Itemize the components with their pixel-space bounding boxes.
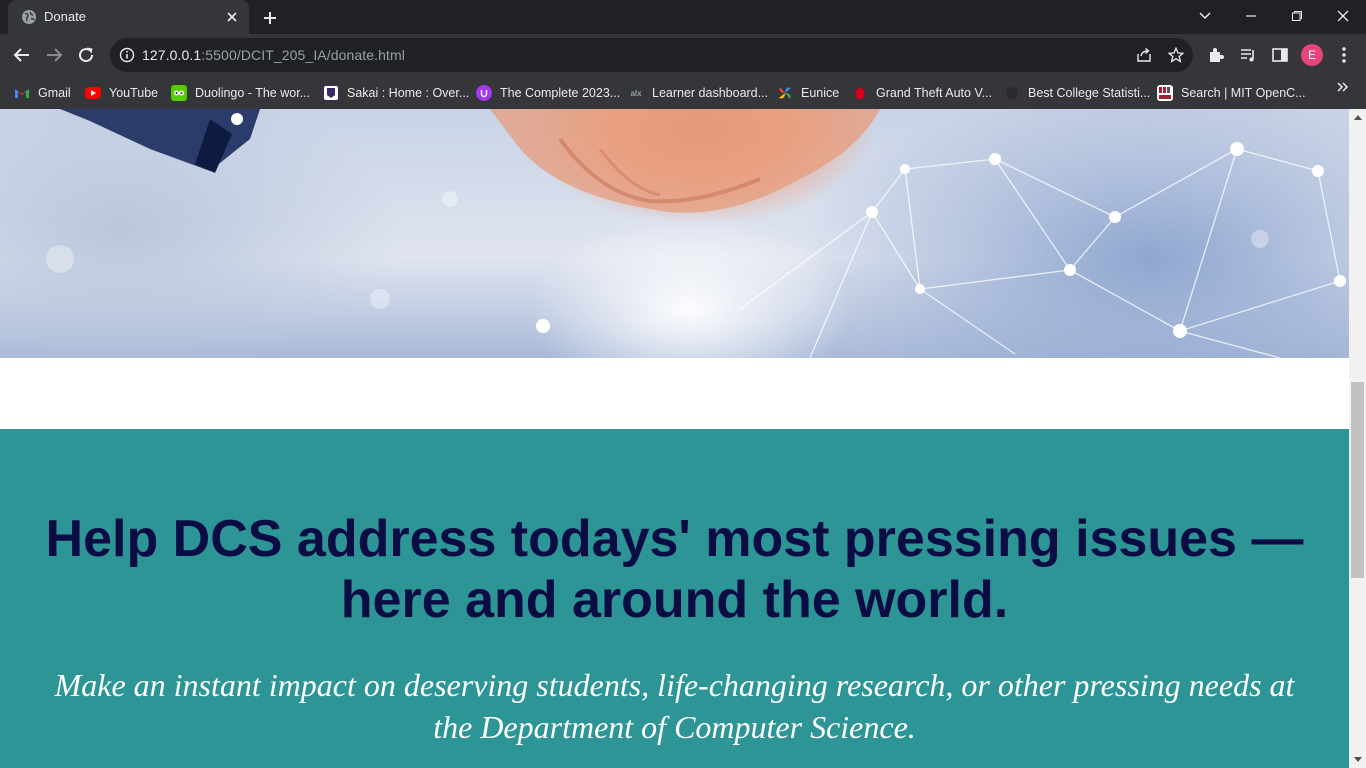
bookmark-label: Search | MIT OpenC... <box>1181 86 1306 100</box>
hero-image <box>0 109 1349 358</box>
bookmark-mit-ocw[interactable]: Search | MIT OpenC... <box>1157 82 1306 104</box>
bookmark-label: Gmail <box>38 86 71 100</box>
bookmark-label: Eunice <box>801 86 840 100</box>
globe-icon <box>1004 85 1020 101</box>
gmail-icon <box>14 85 30 101</box>
duolingo-icon <box>171 85 187 101</box>
bookmark-learner-dashboard[interactable]: alx Learner dashboard... <box>628 82 768 104</box>
bookmark-label: The Complete 2023... <box>500 86 621 100</box>
close-tab-icon[interactable] <box>224 9 240 25</box>
bookmark-label: Best College Statisti... <box>1028 86 1151 100</box>
extensions-icon[interactable] <box>1206 45 1226 65</box>
menu-kebab-icon[interactable] <box>1334 45 1354 65</box>
scroll-down-icon[interactable] <box>1349 751 1366 768</box>
scroll-up-icon[interactable] <box>1349 109 1366 126</box>
restore-button[interactable] <box>1274 0 1320 32</box>
side-panel-icon[interactable] <box>1270 45 1290 65</box>
donate-subline: Make an instant impact on deserving stud… <box>54 667 1295 745</box>
url-text[interactable]: 127.0.0.1:5500/DCIT_205_IA/donate.html <box>142 47 405 63</box>
profile-avatar[interactable]: E <box>1301 44 1323 66</box>
media-queue-icon[interactable] <box>1238 45 1258 65</box>
title-bar: Donate <box>0 0 1366 34</box>
tab-title: Donate <box>44 9 86 24</box>
page-viewport: Help DCS address todays' most pressing i… <box>0 109 1366 768</box>
bookmarks-overflow-icon[interactable] <box>1336 80 1352 100</box>
scrollbar-thumb[interactable] <box>1351 382 1364 578</box>
back-button[interactable] <box>10 43 34 67</box>
url-host: 127.0.0.1 <box>142 47 202 63</box>
bookmark-sakai[interactable]: Sakai : Home : Over... <box>323 82 469 104</box>
youtube-icon <box>85 87 101 99</box>
site-info-icon[interactable] <box>119 47 135 63</box>
bookmark-star-icon[interactable] <box>1167 46 1185 63</box>
bookmark-label: Learner dashboard... <box>652 86 769 100</box>
spacer-band <box>0 358 1349 429</box>
url-path: :5500/DCIT_205_IA/donate.html <box>201 47 405 63</box>
page-scrollbar[interactable] <box>1349 109 1366 768</box>
bookmark-label: Duolingo - The wor... <box>195 86 311 100</box>
mit-ocw-icon <box>1157 85 1173 101</box>
donate-intro-section: Help DCS address todays' most pressing i… <box>0 429 1349 768</box>
share-icon[interactable] <box>1136 47 1152 63</box>
bookmark-label: Grand Theft Auto V... <box>876 86 993 100</box>
alx-icon: alx <box>630 88 642 98</box>
bookmark-duolingo[interactable]: Duolingo - The wor... <box>171 82 310 104</box>
minimize-button[interactable] <box>1228 0 1274 32</box>
bookmarks-bar: Gmail YouTube Duolingo - The wor... Saka… <box>0 76 1366 109</box>
new-tab-button[interactable] <box>259 7 281 29</box>
pinwheel-icon <box>777 85 793 101</box>
gta-icon <box>852 85 868 101</box>
address-bar[interactable]: 127.0.0.1:5500/DCIT_205_IA/donate.html <box>110 38 1193 72</box>
browser-toolbar: 127.0.0.1:5500/DCIT_205_IA/donate.html E <box>0 34 1366 76</box>
bookmark-eunice[interactable]: Eunice <box>777 82 839 104</box>
close-window-button[interactable] <box>1320 0 1366 32</box>
reload-button[interactable] <box>74 43 98 67</box>
tab-search-icon[interactable] <box>1182 0 1228 32</box>
network-decoration <box>46 109 1346 358</box>
bookmark-udemy[interactable]: The Complete 2023... <box>476 82 620 104</box>
tab-donate[interactable]: Donate <box>8 0 249 34</box>
bookmark-label: Sakai : Home : Over... <box>347 86 470 100</box>
globe-icon <box>21 9 37 25</box>
bookmark-label: YouTube <box>109 86 159 100</box>
sakai-icon <box>323 85 339 101</box>
bookmark-best-college[interactable]: Best College Statisti... <box>1004 82 1150 104</box>
bookmark-gta[interactable]: Grand Theft Auto V... <box>852 82 992 104</box>
forward-button[interactable] <box>42 43 66 67</box>
udemy-icon <box>476 85 492 101</box>
bookmark-youtube[interactable]: YouTube <box>85 82 158 104</box>
donate-headline: Help DCS address todays' most pressing i… <box>45 510 1304 629</box>
bookmark-gmail[interactable]: Gmail <box>14 82 71 104</box>
